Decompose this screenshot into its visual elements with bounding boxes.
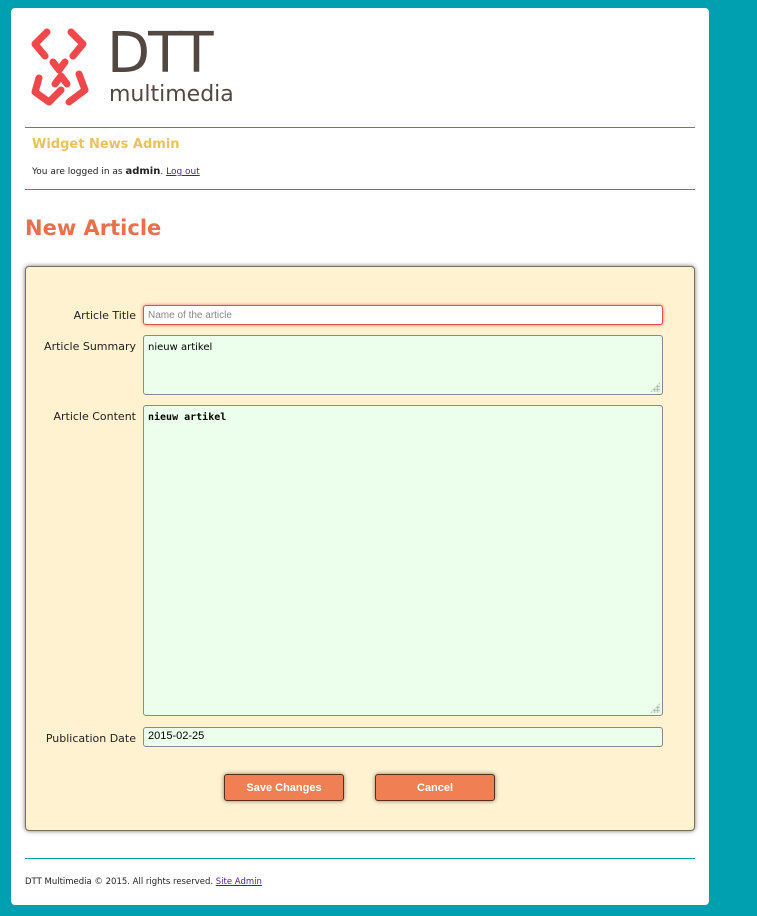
username: admin [125, 166, 161, 177]
resize-grip-icon[interactable] [650, 382, 660, 392]
login-suffix: . [160, 167, 164, 177]
header-divider-top [25, 127, 695, 128]
publication-date-value: 2015-02-25 [148, 730, 205, 742]
login-status: You are logged in as admin. Log out [32, 166, 200, 177]
footer-divider [25, 858, 695, 859]
page-container: DTT multimedia Widget News Admin You are… [11, 8, 709, 905]
login-prefix: You are logged in as [32, 167, 123, 177]
publication-date-input[interactable]: 2015-02-25 [143, 727, 663, 747]
article-form: Article Title Article Summary nieuw arti… [25, 266, 695, 831]
header-divider-bottom [25, 189, 695, 190]
logo-text: DTT [107, 21, 214, 86]
admin-title: Widget News Admin [32, 137, 180, 152]
publication-date-label: Publication Date [45, 732, 136, 745]
cancel-button[interactable]: Cancel [375, 774, 495, 801]
dtt-logo[interactable]: DTT multimedia [31, 22, 234, 118]
logout-link[interactable]: Log out [166, 167, 200, 177]
article-summary-text: nieuw artikel [148, 342, 213, 353]
article-title-input[interactable] [143, 305, 663, 325]
logo-subtext: multimedia [109, 82, 234, 107]
site-admin-link[interactable]: Site Admin [216, 877, 262, 887]
page-title: New Article [25, 216, 162, 240]
save-changes-button[interactable]: Save Changes [224, 774, 344, 801]
article-content-text: nieuw artikel [148, 412, 227, 423]
resize-grip-icon[interactable] [650, 703, 660, 713]
footer: DTT Multimedia © 2015. All rights reserv… [25, 877, 262, 887]
article-title-label: Article Title [73, 309, 136, 322]
logo-mark-icon [31, 28, 89, 106]
article-summary-textarea[interactable]: nieuw artikel [143, 335, 663, 395]
article-content-label: Article Content [53, 410, 136, 423]
article-content-textarea[interactable]: nieuw artikel [143, 405, 663, 716]
copyright-text: DTT Multimedia © 2015. All rights reserv… [25, 877, 214, 887]
article-summary-label: Article Summary [44, 340, 136, 353]
